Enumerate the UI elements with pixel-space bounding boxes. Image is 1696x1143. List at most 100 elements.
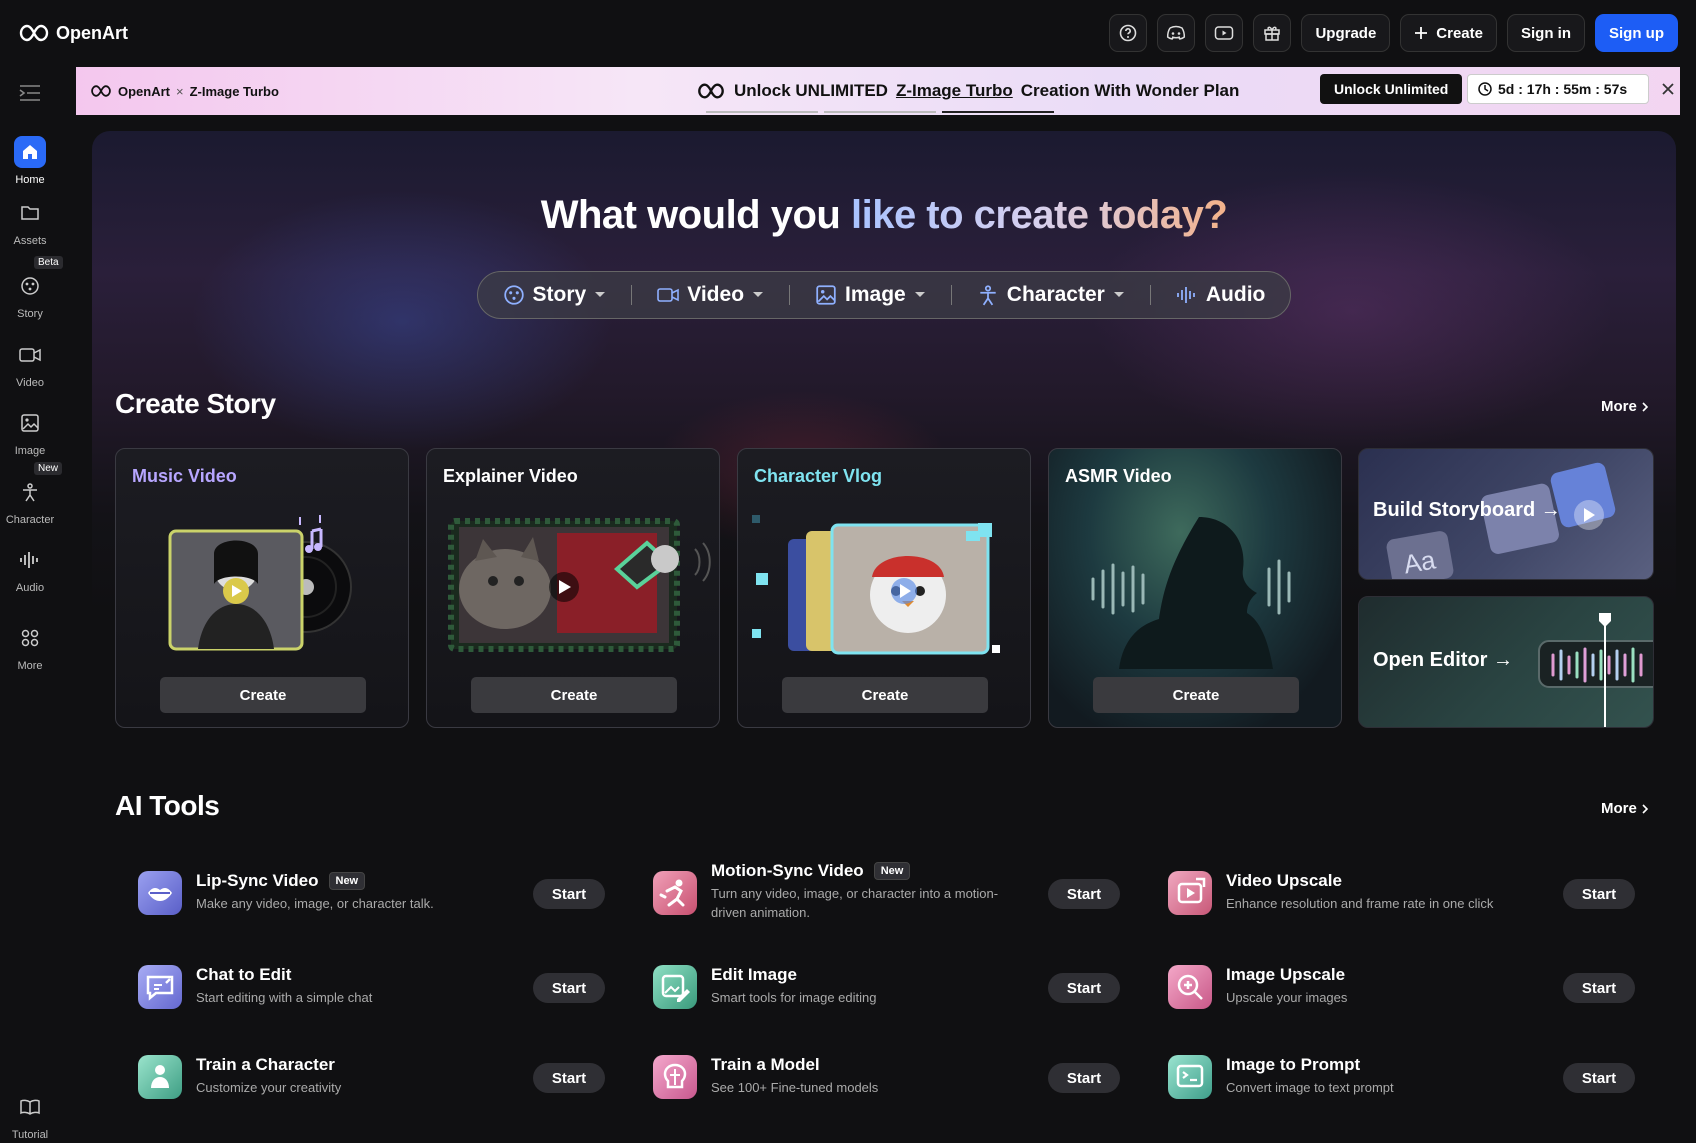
tool-chat-to-edit[interactable]: Chat to Edit Start editing with a simple…: [138, 951, 608, 1023]
story-card-music-video[interactable]: Music Video Create: [115, 448, 409, 728]
promo-brand: OpenArt × Z-Image Turbo: [90, 84, 279, 99]
promo-banner: OpenArt × Z-Image Turbo Unlock UNLIMITED…: [76, 67, 1680, 115]
create-button[interactable]: Create: [1093, 677, 1299, 713]
card-title: Explainer Video: [443, 466, 578, 486]
sign-in-button[interactable]: Sign in: [1507, 14, 1585, 52]
sign-up-label: Sign up: [1609, 24, 1664, 42]
tool-name-label: Edit Image: [711, 965, 797, 984]
sidebar-item-tutorial[interactable]: Tutorial: [0, 1091, 60, 1141]
open-editor-tile[interactable]: Open Editor →: [1358, 596, 1654, 728]
youtube-button[interactable]: [1205, 14, 1244, 52]
start-button[interactable]: Start: [1563, 973, 1635, 1003]
type-character[interactable]: Character: [977, 283, 1125, 307]
tool-lip-sync-video[interactable]: Lip-Sync Video New Make any video, image…: [138, 857, 608, 929]
tool-edit-image[interactable]: Edit Image Smart tools for image editing…: [653, 951, 1123, 1023]
tool-train-a-character[interactable]: Train a Character Customize your creativ…: [138, 1041, 608, 1113]
type-image[interactable]: Image: [815, 283, 926, 307]
type-video[interactable]: Video: [657, 283, 764, 307]
promo-carousel-indicator[interactable]: [706, 111, 1054, 113]
tool-train-a-model[interactable]: Train a Model See 100+ Fine-tuned models…: [653, 1041, 1123, 1113]
sidebar-item-video[interactable]: Video: [0, 339, 60, 389]
start-button[interactable]: Start: [1048, 973, 1120, 1003]
audio-icon: [1176, 287, 1195, 303]
card-title: Music Video: [132, 466, 237, 486]
promo-separator: ×: [176, 83, 184, 99]
chevron-right-icon: [1642, 803, 1648, 814]
app-root: OpenArt Upgrade Create Sign in Sign up H…: [0, 0, 1696, 1143]
start-button[interactable]: Start: [1048, 879, 1120, 909]
logo[interactable]: OpenArt: [18, 23, 128, 44]
brand-name: OpenArt: [56, 22, 128, 43]
sidebar-item-assets[interactable]: Assets: [0, 197, 60, 247]
lips-icon: [138, 871, 182, 915]
story-card-explainer-video[interactable]: Explainer Video Create: [426, 448, 720, 728]
tool-name: Edit Image: [711, 965, 797, 985]
start-button[interactable]: Start: [533, 1063, 605, 1093]
promo-headline-link[interactable]: Z-Image Turbo: [896, 81, 1013, 101]
ai-tools-more-link[interactable]: More: [1601, 800, 1649, 817]
unlock-unlimited-button[interactable]: Unlock Unlimited: [1320, 74, 1463, 104]
create-button[interactable]: Create: [471, 677, 677, 713]
tool-video-upscale[interactable]: Video Upscale Enhance resolution and fra…: [1168, 857, 1638, 929]
sidebar-item-label: Image: [14, 445, 46, 457]
sidebar-item-image[interactable]: Image: [0, 407, 60, 457]
grid-icon: [21, 629, 39, 647]
start-button[interactable]: Start: [533, 879, 605, 909]
explainer-video-illustration: [448, 518, 711, 652]
start-button[interactable]: Start: [1048, 1063, 1120, 1093]
tool-name-label: Train a Model: [711, 1055, 820, 1074]
tool-name: Chat to Edit: [196, 965, 291, 985]
gift-button[interactable]: [1253, 14, 1292, 52]
create-story-more-link[interactable]: More: [1601, 398, 1649, 415]
card-title: Character Vlog: [754, 466, 883, 486]
sidebar-item-more[interactable]: More: [0, 622, 60, 672]
discord-button[interactable]: [1157, 14, 1196, 52]
start-button[interactable]: Start: [1563, 1063, 1635, 1093]
build-storyboard-tile[interactable]: Aa Build Storyboard →: [1358, 448, 1654, 580]
type-label: Story: [532, 283, 587, 306]
book-icon: [20, 1099, 40, 1115]
help-button[interactable]: [1109, 14, 1148, 52]
tool-image-to-prompt[interactable]: Image to Prompt Convert image to text pr…: [1168, 1041, 1638, 1113]
story-card-character-vlog[interactable]: Character Vlog Create: [737, 448, 1031, 728]
promo-brand-name: OpenArt: [118, 83, 170, 99]
chevron-down-icon: [1113, 292, 1124, 297]
folder-icon: [21, 206, 39, 220]
tool-name-label: Train a Character: [196, 1055, 335, 1074]
create-type-selector: Story Video Image Character Audio: [477, 271, 1291, 319]
close-promo-button[interactable]: [1658, 79, 1678, 99]
chat-edit-icon: [138, 965, 182, 1009]
sidebar-toggle[interactable]: [19, 84, 41, 102]
youtube-icon: [1215, 26, 1234, 40]
create-button[interactable]: Create: [782, 677, 988, 713]
character-icon: [23, 483, 37, 502]
story-card-asmr-video[interactable]: ASMR Video Create: [1048, 448, 1342, 728]
sidebar-item-character[interactable]: New Character: [0, 462, 63, 526]
clock-icon: [1478, 82, 1492, 96]
tool-name: Image to Prompt: [1226, 1055, 1360, 1075]
type-label: Audio: [1205, 283, 1266, 306]
sign-up-button[interactable]: Sign up: [1595, 14, 1678, 52]
image-icon: [816, 285, 836, 305]
type-label: Image: [845, 283, 906, 306]
type-story[interactable]: Story: [503, 283, 607, 307]
sidebar-item-audio[interactable]: Audio: [0, 544, 60, 594]
tool-motion-sync-video[interactable]: Motion-Sync Video New Turn any video, im…: [653, 857, 1123, 929]
start-button[interactable]: Start: [533, 973, 605, 1003]
tool-description: See 100+ Fine-tuned models: [711, 1080, 879, 1095]
audio-icon: [20, 552, 38, 568]
create-button[interactable]: Create: [1400, 14, 1497, 52]
upgrade-button[interactable]: Upgrade: [1301, 14, 1391, 52]
tool-image-upscale[interactable]: Image Upscale Upscale your images Start: [1168, 951, 1638, 1023]
tool-name: Motion-Sync Video New: [711, 861, 911, 881]
tool-description: Convert image to text prompt: [1226, 1080, 1394, 1095]
create-button[interactable]: Create: [160, 677, 366, 713]
open-editor-label: Open Editor →: [1373, 649, 1513, 671]
tool-name-label: Chat to Edit: [196, 965, 292, 984]
chevron-down-icon: [914, 292, 925, 297]
type-audio[interactable]: Audio: [1176, 283, 1265, 307]
start-button[interactable]: Start: [1563, 879, 1635, 909]
sidebar-item-home[interactable]: Home: [0, 136, 60, 186]
sidebar-item-story[interactable]: Beta Story: [0, 256, 63, 320]
promo-headline-post: Creation With Wonder Plan: [1020, 81, 1240, 100]
